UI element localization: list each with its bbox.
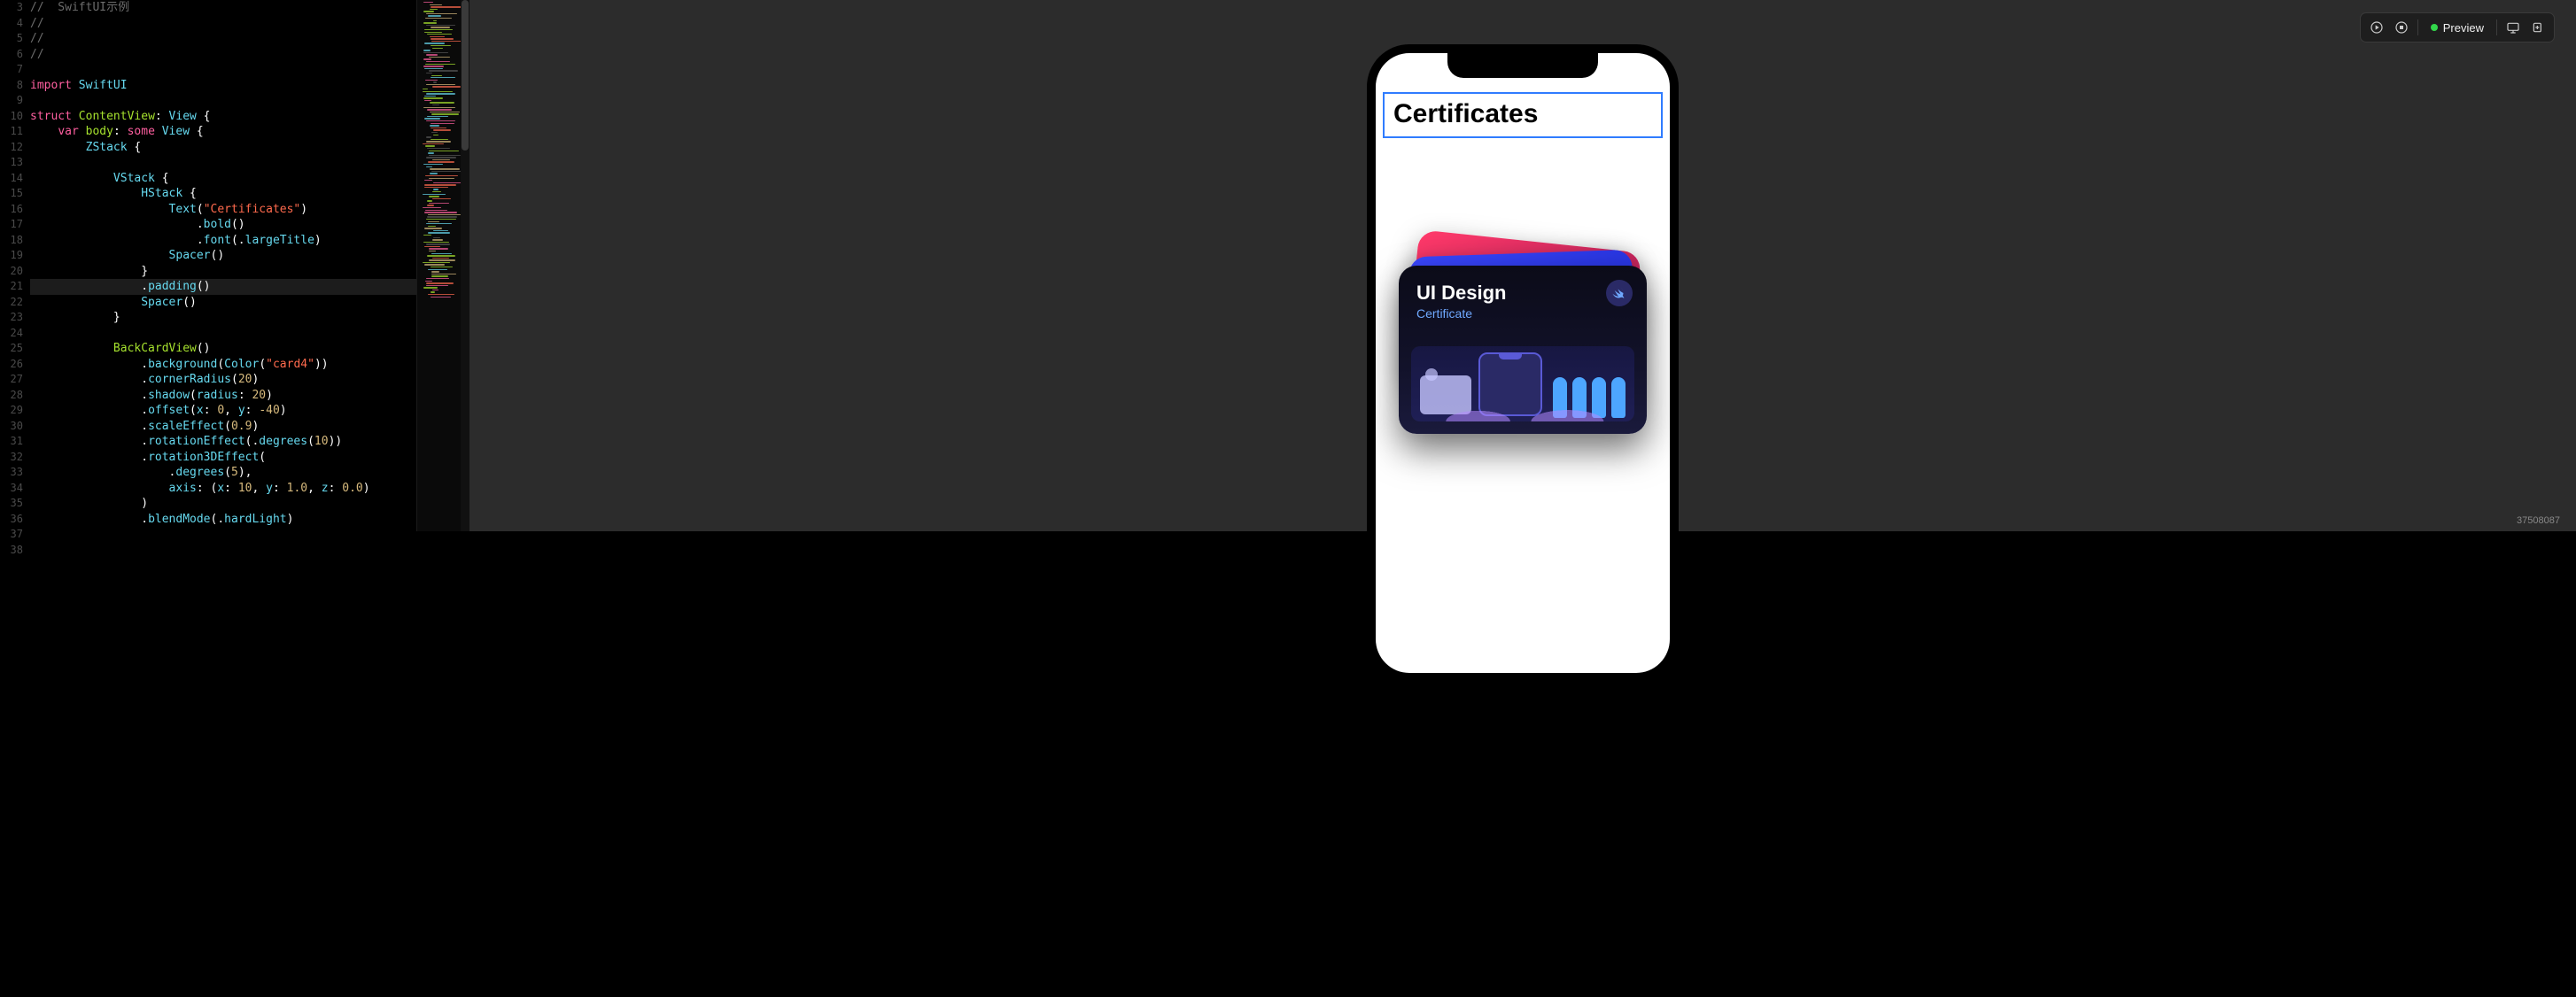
card-stack: UI Design Certificate <box>1399 266 1647 434</box>
front-card: UI Design Certificate <box>1399 266 1647 434</box>
code-line[interactable]: .blendMode(.hardLight) <box>30 512 416 528</box>
line-number: 4 <box>0 16 23 32</box>
line-number: 29 <box>0 403 23 419</box>
code-line[interactable]: .padding() <box>30 279 416 295</box>
line-number: 14 <box>0 171 23 187</box>
line-number: 8 <box>0 78 23 94</box>
line-number: 31 <box>0 434 23 450</box>
code-line[interactable] <box>30 93 416 109</box>
code-line[interactable]: .scaleEffect(0.9) <box>30 419 416 435</box>
code-line[interactable] <box>30 527 416 531</box>
line-number: 18 <box>0 233 23 249</box>
code-line[interactable]: ZStack { <box>30 140 416 156</box>
code-line[interactable]: ) <box>30 496 416 512</box>
phone-notch <box>1447 53 1598 78</box>
code-line[interactable]: } <box>30 310 416 326</box>
line-number: 22 <box>0 295 23 311</box>
code-line[interactable]: .shadow(radius: 20) <box>30 388 416 404</box>
code-line[interactable]: // <box>30 47 416 63</box>
line-number: 6 <box>0 47 23 63</box>
code-editor-pane: 3456789101112131415161718192021222324252… <box>0 0 416 531</box>
code-line[interactable]: // <box>30 31 416 47</box>
line-number: 3 <box>0 0 23 16</box>
preview-pane: Preview Certificates UI Design Certifica… <box>469 0 2576 531</box>
duplicate-preview-button[interactable] <box>2526 17 2550 38</box>
line-number: 23 <box>0 310 23 326</box>
line-number: 28 <box>0 388 23 404</box>
watermark: 37508087 <box>2517 515 2560 526</box>
line-number: 10 <box>0 109 23 125</box>
card-title: UI Design <box>1416 282 1629 305</box>
code-line[interactable]: Spacer() <box>30 295 416 311</box>
code-line[interactable]: import SwiftUI <box>30 78 416 94</box>
code-line[interactable]: BackCardView() <box>30 341 416 357</box>
line-number: 5 <box>0 31 23 47</box>
code-line[interactable]: .cornerRadius(20) <box>30 372 416 388</box>
code-line[interactable]: // SwiftUI示例 <box>30 0 416 16</box>
line-number: 35 <box>0 496 23 512</box>
line-number: 30 <box>0 419 23 435</box>
line-number: 13 <box>0 155 23 171</box>
toolbar-separator <box>2496 19 2497 35</box>
code-line[interactable]: var body: some View { <box>30 124 416 140</box>
live-preview-button[interactable] <box>2389 17 2414 38</box>
minimap[interactable] <box>416 0 469 531</box>
code-line[interactable]: VStack { <box>30 171 416 187</box>
code-line[interactable] <box>30 155 416 171</box>
code-area[interactable]: // SwiftUI示例//////import SwiftUIstruct C… <box>30 0 416 531</box>
screen-title: Certificates <box>1385 94 1661 136</box>
code-line[interactable]: .degrees(5), <box>30 465 416 481</box>
line-number: 17 <box>0 217 23 233</box>
preview-toolbar: Preview <box>2360 12 2555 43</box>
preview-status[interactable]: Preview <box>2422 21 2493 35</box>
line-number: 34 <box>0 481 23 497</box>
scrollbar-track[interactable] <box>461 0 469 531</box>
line-number: 24 <box>0 326 23 342</box>
line-number: 15 <box>0 186 23 202</box>
phone-screen[interactable]: Certificates UI Design Certificate <box>1376 53 1670 673</box>
code-line[interactable] <box>30 326 416 342</box>
swift-icon <box>1606 280 1633 306</box>
code-line[interactable]: .rotation3DEffect( <box>30 450 416 466</box>
line-number: 19 <box>0 248 23 264</box>
toolbar-separator <box>2417 19 2418 35</box>
line-number: 20 <box>0 264 23 280</box>
code-line[interactable]: HStack { <box>30 186 416 202</box>
status-dot-icon <box>2431 24 2438 31</box>
preview-label-text: Preview <box>2443 21 2484 35</box>
line-number: 33 <box>0 465 23 481</box>
line-number: 37 <box>0 527 23 543</box>
code-line[interactable]: } <box>30 264 416 280</box>
code-line[interactable]: Spacer() <box>30 248 416 264</box>
line-number: 25 <box>0 341 23 357</box>
line-number: 9 <box>0 93 23 109</box>
line-number: 21 <box>0 279 23 295</box>
card-subtitle: Certificate <box>1416 306 1629 321</box>
code-line[interactable]: .rotationEffect(.degrees(10)) <box>30 434 416 450</box>
code-line[interactable] <box>30 62 416 78</box>
run-preview-button[interactable] <box>2364 17 2389 38</box>
phone-mock: Certificates UI Design Certificate <box>1367 44 1679 682</box>
scrollbar-thumb[interactable] <box>462 0 469 151</box>
line-number: 11 <box>0 124 23 140</box>
line-number: 7 <box>0 62 23 78</box>
code-line[interactable]: .font(.largeTitle) <box>30 233 416 249</box>
line-number: 36 <box>0 512 23 528</box>
code-line[interactable]: Text("Certificates") <box>30 202 416 218</box>
device-settings-button[interactable] <box>2501 17 2526 38</box>
code-line[interactable]: // <box>30 16 416 32</box>
code-line[interactable]: .bold() <box>30 217 416 233</box>
code-line[interactable]: struct ContentView: View { <box>30 109 416 125</box>
line-number: 27 <box>0 372 23 388</box>
line-number-gutter: 3456789101112131415161718192021222324252… <box>0 0 30 531</box>
code-line[interactable]: .offset(x: 0, y: -40) <box>30 403 416 419</box>
line-number: 12 <box>0 140 23 156</box>
line-number: 16 <box>0 202 23 218</box>
code-line[interactable]: axis: (x: 10, y: 1.0, z: 0.0) <box>30 481 416 497</box>
line-number: 26 <box>0 357 23 373</box>
card-illustration <box>1411 346 1634 421</box>
line-number: 38 <box>0 543 23 559</box>
line-number: 32 <box>0 450 23 466</box>
code-line[interactable]: .background(Color("card4")) <box>30 357 416 373</box>
